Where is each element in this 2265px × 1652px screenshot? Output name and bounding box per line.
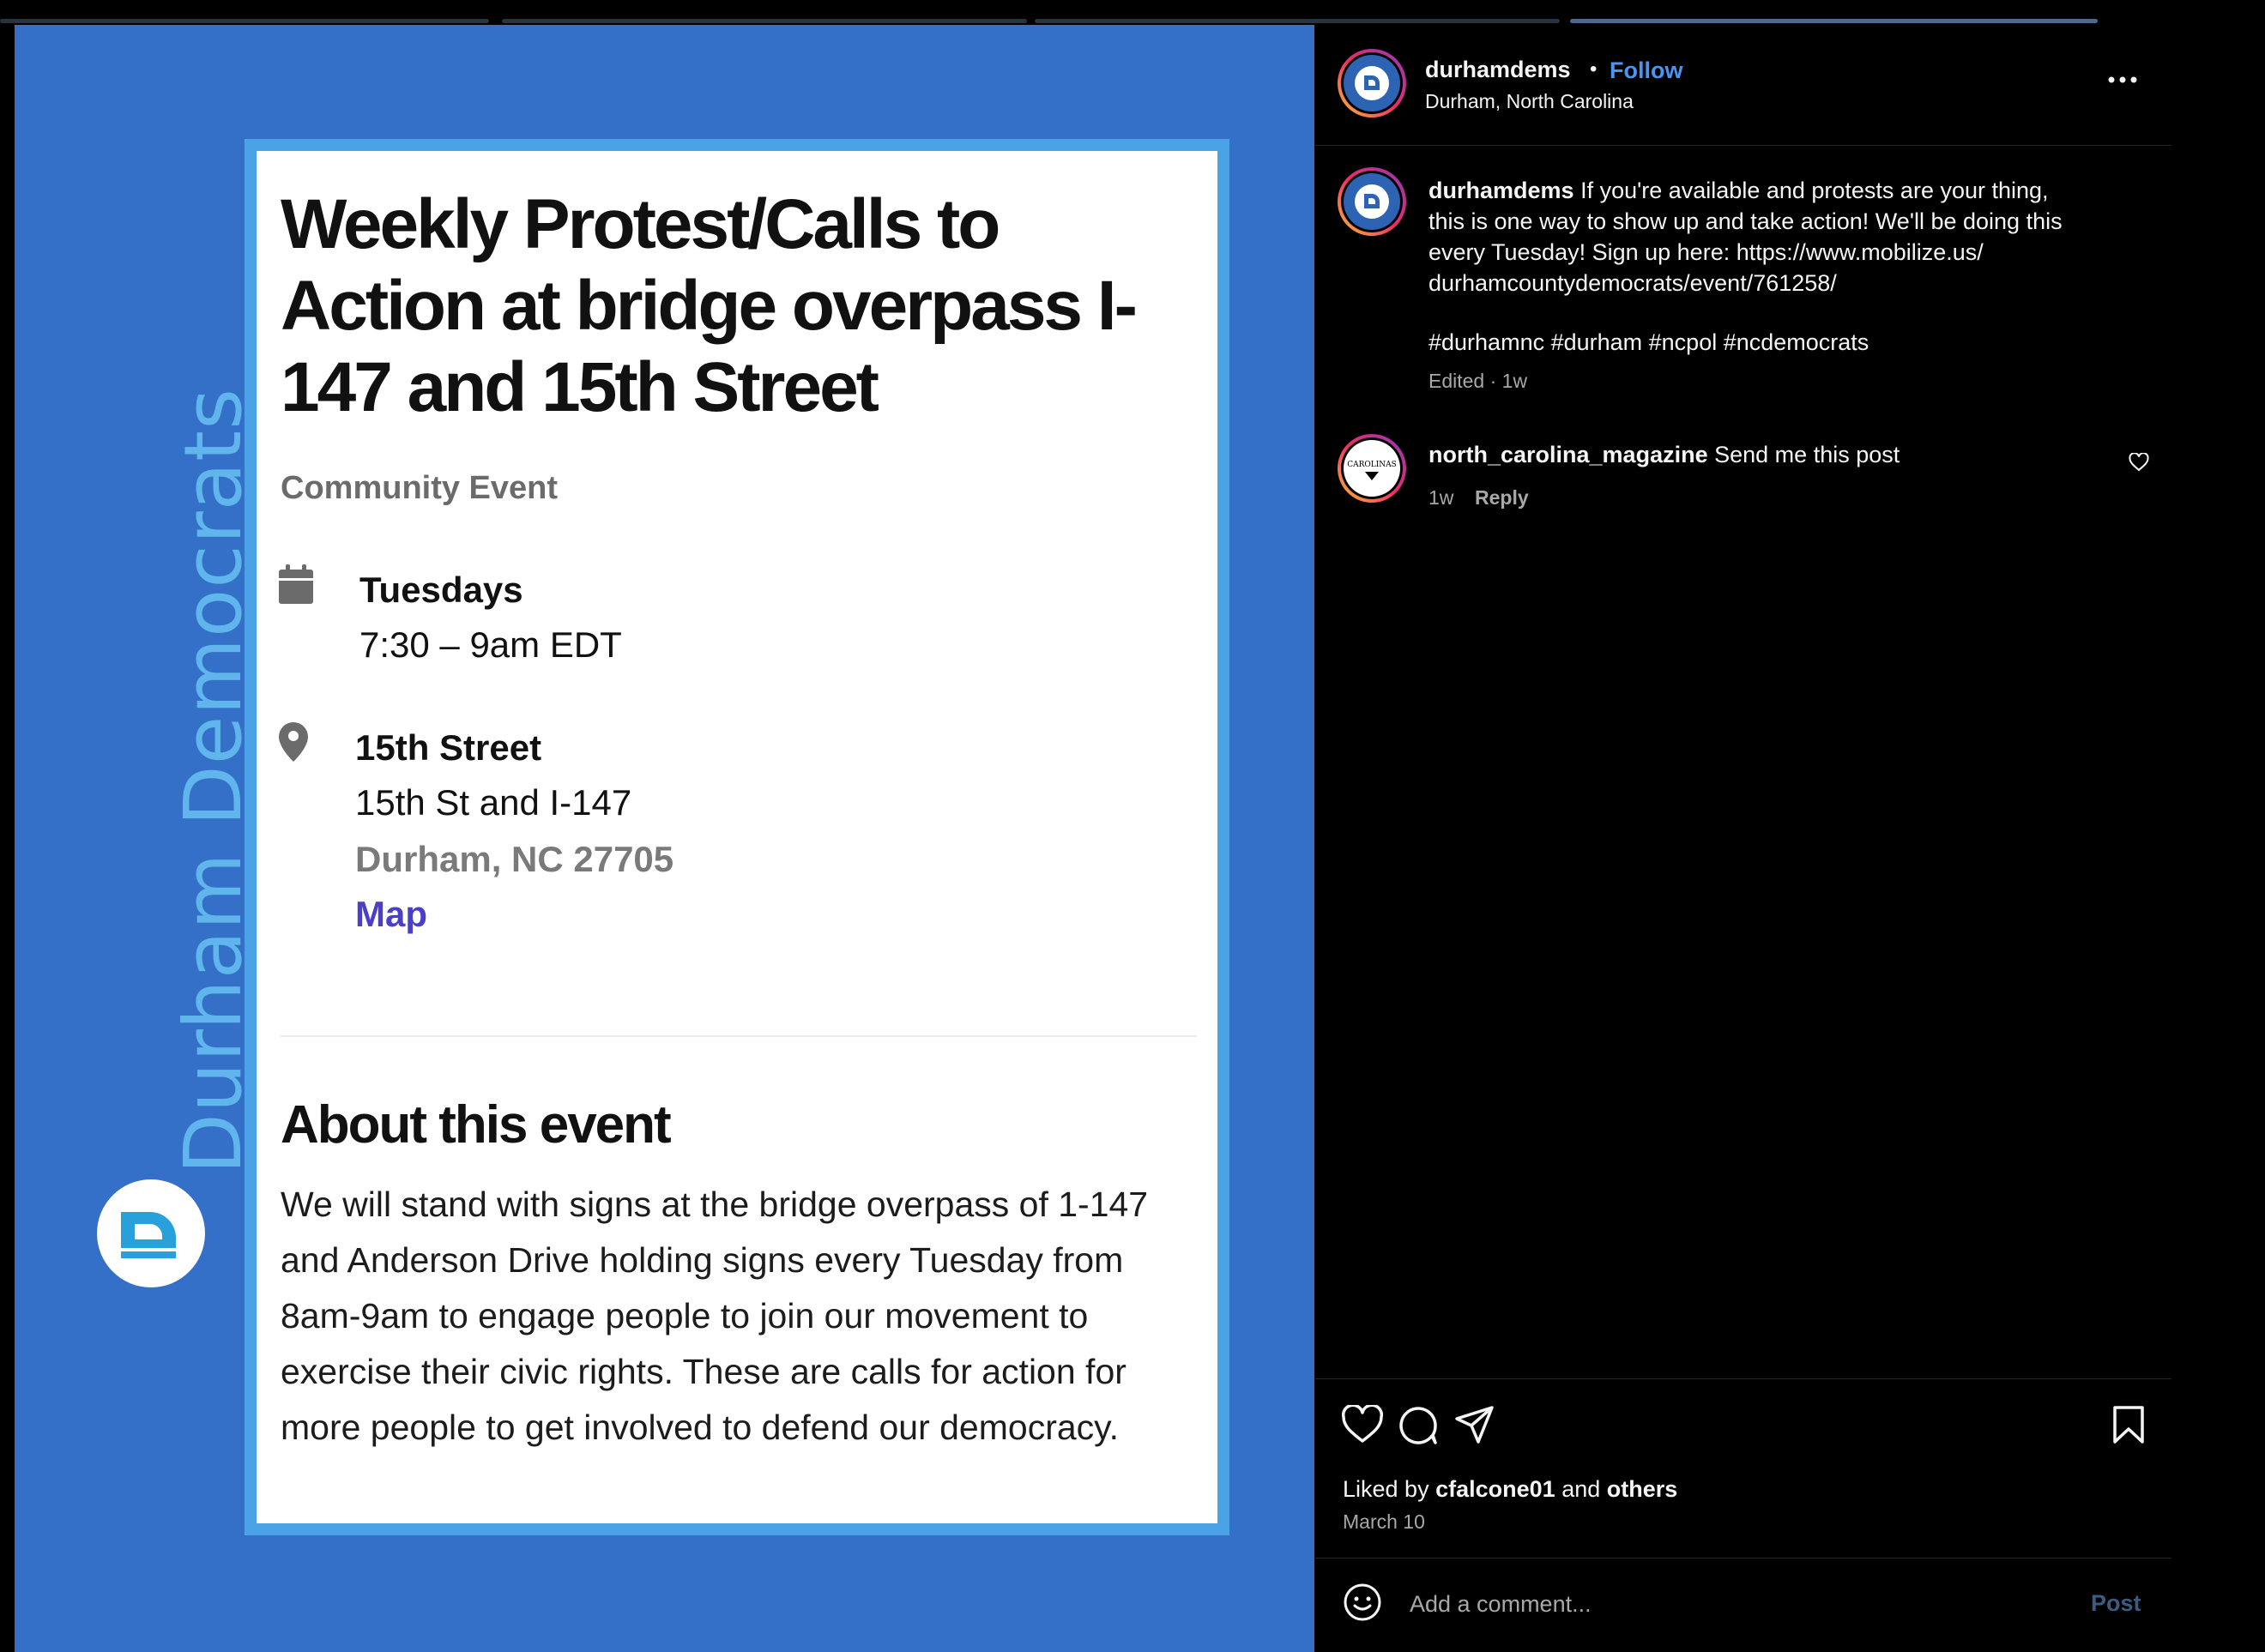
caption-line: this is one way to show up and take acti… [1428,208,2063,234]
story-progress-segment [1035,19,1560,23]
likes-connector: and [1561,1476,1601,1502]
caption-username[interactable]: durhamdems [1428,178,1574,203]
comment-body: Send me this post [1714,442,1900,467]
likes-prefix: Liked by [1343,1476,1429,1502]
author-username[interactable]: durhamdems [1425,57,1571,83]
bookmark-icon[interactable] [2111,1405,2146,1444]
democrat-d-icon [121,1212,176,1258]
comment-box-divider [1315,1558,2171,1559]
event-day: Tuesdays [359,570,523,610]
emoji-icon[interactable] [1343,1583,1382,1622]
post-header: durhamdems • Follow Durham, North Caroli… [1315,25,2171,146]
event-street: 15th St and I-147 [355,782,632,823]
follow-button[interactable]: Follow [1610,57,1682,84]
caption-author-avatar[interactable] [1338,167,1406,236]
commenter-avatar[interactable]: CAROLINAS [1338,434,1406,503]
reply-button[interactable]: Reply [1475,486,1529,509]
comment: north_carolina_magazine Send me this pos… [1428,442,1900,468]
liked-by-user[interactable]: cfalcone01 [1435,1476,1555,1502]
instagram-post-modal: Durham Democrats Weekly Protest/Calls to… [0,0,2265,1652]
magazine-logo-text: CAROLINAS [1347,461,1397,469]
event-time: 7:30 – 9am EDT [359,624,622,665]
post-caption: durhamdems If you're available and prote… [1428,175,2132,298]
map-link[interactable]: Map [355,894,427,935]
post-sidebar: durhamdems • Follow Durham, North Caroli… [1315,25,2171,1652]
event-card: Weekly Protest/Calls to Action at bridge… [257,151,1217,1523]
header-separator: • [1590,57,1598,81]
durham-democrats-logo [97,1179,205,1287]
location-pin-icon [279,722,308,762]
actions-divider [1315,1378,2171,1379]
more-icon[interactable] [2108,76,2137,83]
magazine-logo-icon: CAROLINAS [1347,443,1397,493]
caption-line: If you're available and protests are you… [1580,178,2049,203]
democrat-d-icon [1355,66,1389,100]
caption-hashtags[interactable]: #durhamnc #durham #ncpol #ncdemocrats [1428,329,1869,356]
about-event-heading: About this event [281,1095,672,1155]
caption-link: durhamcountydemocrats/event/761258/ [1428,270,1837,296]
author-avatar[interactable] [1338,49,1406,118]
comment-icon[interactable] [1398,1405,1439,1446]
event-category: Community Event [281,470,559,506]
share-icon[interactable] [1454,1405,1495,1444]
likes-summary: Liked by cfalcone01 and others [1343,1476,1677,1503]
caption-line: every Tuesday! Sign up here: https://www… [1428,239,1984,265]
liked-by-others[interactable]: others [1607,1476,1678,1502]
post-date[interactable]: March 10 [1343,1510,1425,1534]
comment-timestamp: 1w [1428,486,1454,509]
story-progress-segment [502,19,1027,23]
caption-meta: Edited · 1w [1428,370,1528,392]
story-progress-segment-active [1570,19,2098,23]
democrat-d-icon [1355,184,1389,219]
event-city: Durham, NC 27705 [355,839,674,879]
card-divider [281,1035,1197,1037]
comment-heart-icon[interactable] [2129,453,2149,472]
calendar-icon [279,564,313,604]
event-title: Weekly Protest/Calls to Action at bridge… [281,185,1138,426]
event-location-name: 15th Street [355,727,542,768]
commenter-username[interactable]: north_carolina_magazine [1428,442,1708,467]
heart-icon[interactable] [1341,1405,1384,1444]
add-comment-input[interactable] [1408,1582,2063,1626]
post-image[interactable]: Durham Democrats Weekly Protest/Calls to… [15,25,1314,1652]
about-event-body: We will stand with signs at the bridge o… [281,1185,1149,1447]
post-location[interactable]: Durham, North Carolina [1425,90,1634,113]
post-comment-button[interactable]: Post [2091,1590,2141,1617]
story-progress-segment [0,19,489,23]
